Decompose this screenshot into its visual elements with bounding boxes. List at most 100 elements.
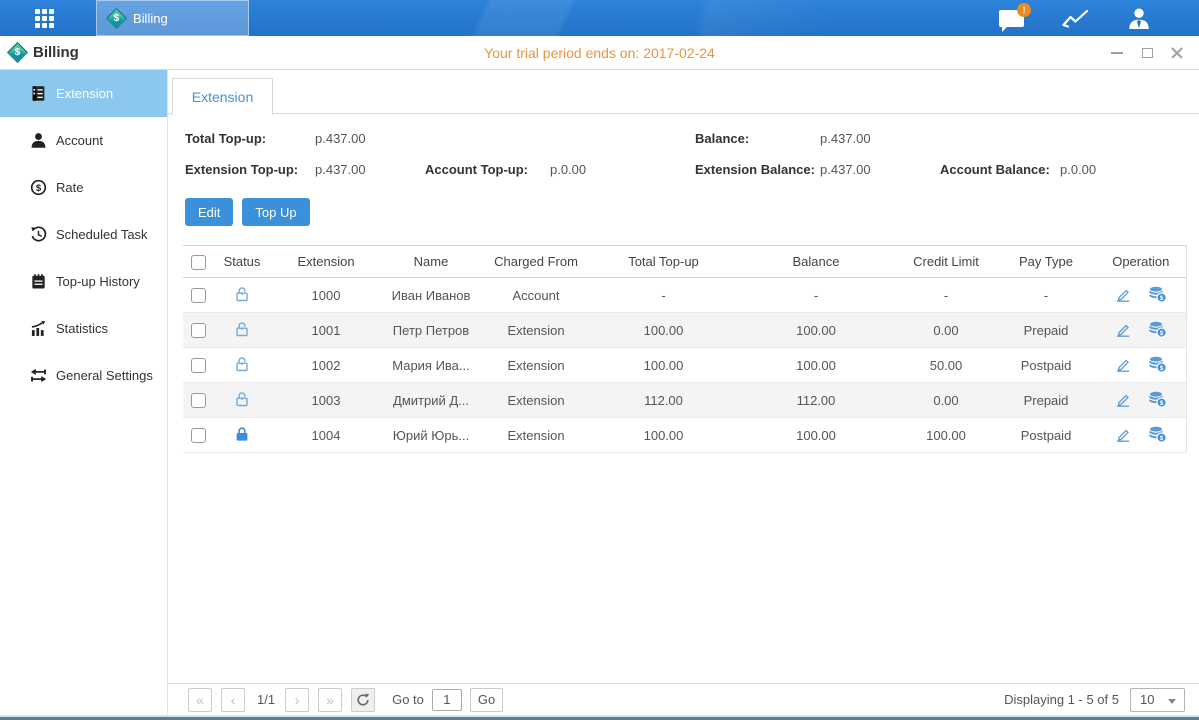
chevron-down-icon [1168, 699, 1176, 704]
go-button[interactable]: Go [470, 688, 503, 712]
svg-text:$: $ [1160, 435, 1164, 442]
table-row: 1000 Иван Иванов Account - - - - [183, 278, 1186, 313]
col-charged-from: Charged From [481, 246, 591, 278]
svg-text:$: $ [36, 183, 42, 194]
edit-extension-icon[interactable] [1114, 390, 1132, 408]
close-button[interactable] [1169, 45, 1185, 61]
action-buttons: Edit Top Up [185, 198, 1199, 226]
lock-open-icon [233, 320, 251, 338]
extension-ledger-icon [30, 85, 47, 102]
table-row: 1002 Мария Ива... Extension 100.00 100.0… [183, 348, 1186, 383]
edit-extension-icon[interactable] [1114, 320, 1132, 338]
sidebar-item-label: Account [56, 133, 103, 148]
minimize-button[interactable] [1109, 45, 1125, 61]
tab-bar: Extension [168, 70, 1199, 114]
sidebar-item-account[interactable]: Account [0, 117, 167, 164]
billing-app-tab-label: Billing [133, 11, 168, 26]
sidebar: Extension Account $ Rate [0, 70, 168, 715]
table-row: 1004 Юрий Юрь... Extension 100.00 100.00… [183, 418, 1186, 453]
col-extension: Extension [271, 246, 381, 278]
billing-app-icon: $ [106, 7, 127, 28]
edit-button[interactable]: Edit [185, 198, 233, 226]
topbar-right-icons: ! [999, 7, 1151, 30]
svg-text:$: $ [1160, 295, 1164, 302]
goto-label: Go to [392, 692, 424, 707]
sidebar-item-label: Top-up History [56, 274, 140, 289]
statistics-chart-icon[interactable] [1062, 8, 1089, 28]
col-name: Name [381, 246, 481, 278]
sidebar-item-scheduled-task[interactable]: Scheduled Task [0, 211, 167, 258]
balance-summary: Total Top-up: p.437.00 Balance: p.437.00… [168, 114, 1199, 185]
extensions-table: Status Extension Name Charged From Total… [183, 245, 1187, 453]
balance-value: p.437.00 [820, 123, 871, 154]
refresh-icon [356, 693, 370, 707]
col-total-topup: Total Top-up [591, 246, 736, 278]
last-page-button[interactable]: » [318, 688, 342, 712]
svg-text:$: $ [1160, 400, 1164, 407]
trial-notice: Your trial period ends on: 2017-02-24 [0, 45, 1199, 61]
row-checkbox[interactable] [191, 358, 206, 373]
sidebar-item-label: Rate [56, 180, 83, 195]
sidebar-item-label: Statistics [56, 321, 108, 336]
sidebar-item-label: General Settings [56, 368, 153, 383]
account-balance-label: Account Balance: [940, 154, 1050, 185]
main-content: Extension Total Top-up: p.437.00 Balance… [168, 70, 1199, 715]
page-size-select[interactable]: 10 [1130, 688, 1185, 712]
sidebar-item-label: Extension [56, 86, 113, 101]
table-row: 1003 Дмитрий Д... Extension 112.00 112.0… [183, 383, 1186, 418]
edit-extension-icon[interactable] [1114, 425, 1132, 443]
svg-text:$: $ [1160, 365, 1164, 372]
top-up-button[interactable]: Top Up [242, 198, 309, 226]
lock-open-icon [233, 355, 251, 373]
top-up-extension-icon[interactable]: $ [1148, 320, 1167, 338]
top-up-extension-icon[interactable]: $ [1148, 285, 1167, 303]
extension-balance-value: p.437.00 [820, 154, 871, 185]
notification-badge: ! [1017, 3, 1031, 17]
window-title-bar: $ Billing Your trial period ends on: 201… [0, 36, 1199, 70]
page-indicator: 1/1 [257, 692, 275, 707]
row-checkbox[interactable] [191, 428, 206, 443]
total-topup-value: p.437.00 [315, 123, 366, 154]
table-header-row: Status Extension Name Charged From Total… [183, 246, 1186, 278]
col-pay-type: Pay Type [996, 246, 1096, 278]
sidebar-item-topup-history[interactable]: Top-up History [0, 258, 167, 305]
topup-history-notebook-icon [30, 273, 47, 290]
col-balance: Balance [736, 246, 896, 278]
displaying-text: Displaying 1 - 5 of 5 [1004, 692, 1119, 707]
edit-extension-icon[interactable] [1114, 285, 1132, 303]
statistics-bars-icon [30, 320, 47, 337]
maximize-button[interactable] [1139, 45, 1155, 61]
account-topup-value: p.0.00 [550, 154, 586, 185]
prev-page-button[interactable]: ‹ [221, 688, 245, 712]
sidebar-item-rate[interactable]: $ Rate [0, 164, 167, 211]
messages-icon[interactable]: ! [999, 10, 1024, 27]
billing-app-tab[interactable]: $ Billing [96, 0, 249, 36]
goto-page-input[interactable] [432, 689, 462, 711]
sidebar-item-general-settings[interactable]: General Settings [0, 352, 167, 399]
total-topup-label: Total Top-up: [185, 123, 266, 154]
select-all-checkbox[interactable] [191, 255, 206, 270]
top-up-extension-icon[interactable]: $ [1148, 355, 1167, 373]
window-bottom-edge [0, 715, 1199, 720]
scheduled-task-clock-icon [30, 226, 47, 243]
user-account-icon[interactable] [1127, 7, 1151, 30]
app-body: Extension Account $ Rate [0, 70, 1199, 715]
table-row: 1001 Петр Петров Extension 100.00 100.00… [183, 313, 1186, 348]
tab-extension[interactable]: Extension [172, 78, 273, 115]
next-page-button[interactable]: › [285, 688, 309, 712]
row-checkbox[interactable] [191, 393, 206, 408]
edit-extension-icon[interactable] [1114, 355, 1132, 373]
extension-topup-label: Extension Top-up: [185, 154, 298, 185]
extension-balance-label: Extension Balance: [695, 154, 815, 185]
sidebar-item-label: Scheduled Task [56, 227, 148, 242]
refresh-button[interactable] [351, 688, 375, 712]
top-up-extension-icon[interactable]: $ [1148, 425, 1167, 443]
app-launcher-icon[interactable] [35, 9, 54, 28]
top-up-extension-icon[interactable]: $ [1148, 390, 1167, 408]
balance-label: Balance: [695, 123, 749, 154]
sidebar-item-extension[interactable]: Extension [0, 70, 167, 117]
row-checkbox[interactable] [191, 288, 206, 303]
first-page-button[interactable]: « [188, 688, 212, 712]
row-checkbox[interactable] [191, 323, 206, 338]
sidebar-item-statistics[interactable]: Statistics [0, 305, 167, 352]
